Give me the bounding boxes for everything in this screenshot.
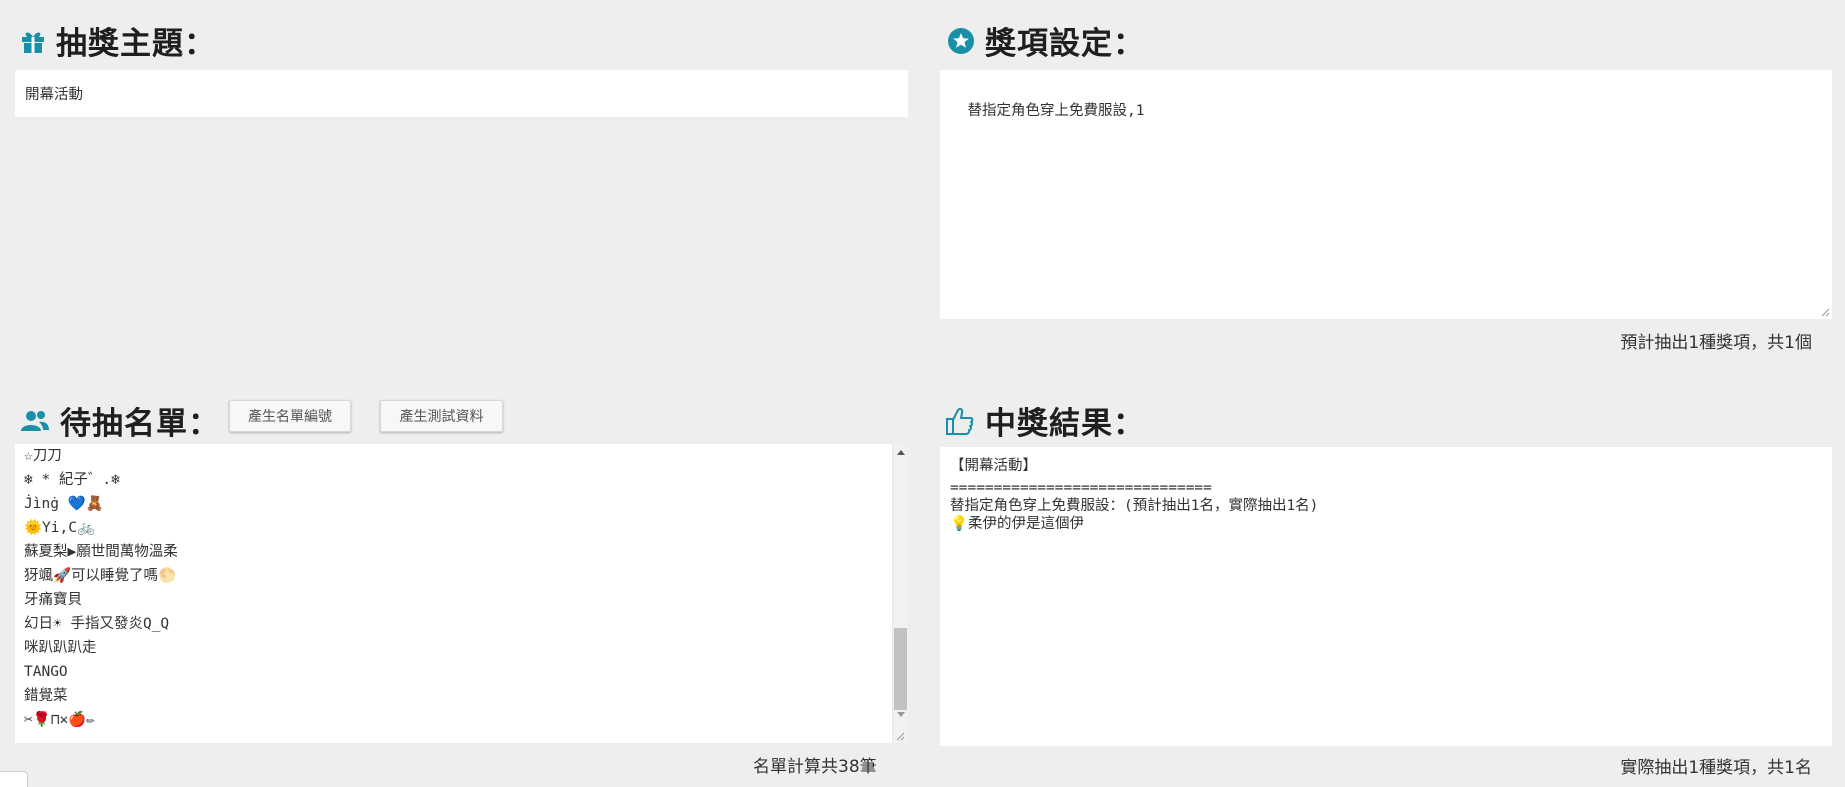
results-heading: 中獎結果： (945, 398, 1145, 443)
prizes-title: 獎項設定： (985, 26, 1145, 62)
scroll-down-icon[interactable] (897, 712, 905, 717)
participant-line: 咪趴趴趴走 (24, 640, 97, 656)
prizes-textarea-value: 替指定角色穿上免費服設,1 (967, 103, 1145, 119)
participant-line: ☆刀刀 (24, 448, 62, 464)
result-line: 💡柔伊的伊是這個伊 (950, 516, 1085, 532)
corner-tab[interactable] (0, 771, 28, 787)
topic-heading: 抽獎主題： (20, 18, 216, 63)
gift-icon (20, 28, 46, 54)
resize-grip-icon[interactable] (1820, 307, 1830, 317)
participant-line: ✂🌹⊓✕🍎✏ (24, 712, 96, 728)
users-icon (20, 409, 50, 433)
participants-textarea[interactable]: ☆刀刀 ❄ * 紀子゛.❄ J̇ìnġ 💙🧸 🌞Yi,C🚲 蘇夏梨▶願世間萬物溫柔 犽颯🚀… (15, 444, 908, 743)
scroll-up-icon[interactable] (897, 450, 905, 455)
prizes-textarea[interactable]: 替指定角色穿上免費服設,1 (940, 70, 1832, 319)
results-box: 【開幕活動】 ============================== 替指定角… (940, 447, 1832, 746)
prizes-heading: 獎項設定： (947, 18, 1145, 63)
thumbs-up-icon (945, 406, 975, 436)
result-topic-line: 【開幕活動】 (950, 458, 1037, 474)
participant-line: 幻日☀ 手指又發炎Q_Q (24, 616, 170, 632)
participants-scrollbar[interactable] (892, 444, 908, 743)
scroll-thumb[interactable] (894, 628, 907, 710)
prizes-summary: 預計抽出1種獎項，共1個 (1620, 333, 1812, 353)
participants-heading: 待抽名單： (20, 398, 220, 443)
participant-line: 犽颯🚀可以睡覺了嗎🌕 (24, 568, 177, 584)
result-line: 替指定角色穿上免費服設：(預計抽出1名，實際抽出1名) (950, 498, 1319, 514)
result-divider-line: ============================== (950, 480, 1212, 496)
generate-test-data-button[interactable]: 產生測試資料 (380, 400, 503, 432)
participant-line: 🌞Yi,C🚲 (24, 520, 96, 536)
participant-line: 牙痛寶貝 (24, 592, 82, 608)
results-summary: 實際抽出1種獎項，共1名 (1620, 758, 1812, 778)
star-circle-icon (947, 27, 975, 55)
participants-title: 待抽名單： (60, 406, 220, 442)
results-title: 中獎結果： (985, 406, 1145, 442)
generate-ids-button[interactable]: 產生名單編號 (229, 400, 351, 432)
topic-title: 抽獎主題： (56, 26, 216, 62)
participant-line: ❄ * 紀子゛.❄ (24, 472, 120, 488)
participants-count: 名單計算共38筆 (753, 757, 877, 777)
participant-line: J̇ìnġ 💙🧸 (24, 496, 104, 512)
participant-line: 錯覺菜 (24, 688, 68, 704)
participant-line: 蘇夏梨▶願世間萬物溫柔 (24, 544, 178, 560)
participants-list: ☆刀刀 ❄ * 紀子゛.❄ J̇ìnġ 💙🧸 🌞Yi,C🚲 蘇夏梨▶願世間萬物溫柔 犽颯🚀… (24, 444, 884, 732)
participant-line: TANGO (24, 664, 68, 680)
resize-grip-icon[interactable] (895, 731, 905, 741)
topic-input[interactable]: 開幕活動 (15, 70, 908, 117)
results-list: 【開幕活動】 ============================== 替指定角… (950, 457, 1822, 533)
